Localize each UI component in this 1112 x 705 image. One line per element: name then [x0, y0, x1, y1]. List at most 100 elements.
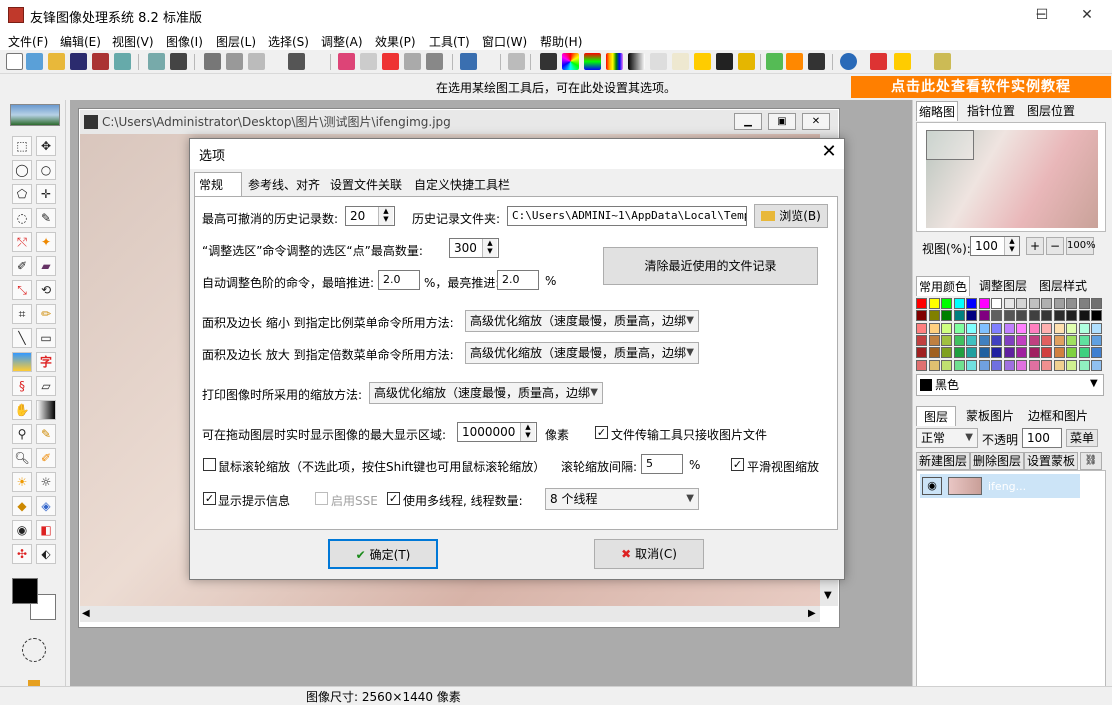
multithread-checkbox[interactable]: ✓ [387, 492, 400, 505]
color-swatch[interactable] [1028, 334, 1040, 346]
tab-adjust-layers[interactable]: 调整图层 [976, 276, 1030, 296]
tab-general-label[interactable]: 常规 [197, 174, 225, 196]
foreground-color-front[interactable] [12, 578, 38, 604]
color-swatch[interactable] [1016, 359, 1027, 371]
color-swatch[interactable] [1028, 347, 1040, 359]
copy-icon[interactable] [248, 53, 265, 70]
filmstrip-icon[interactable] [808, 53, 825, 70]
curves-icon[interactable] [650, 53, 667, 70]
color-swatch[interactable] [991, 347, 1002, 359]
red-eye-icon[interactable]: ◉ [12, 520, 32, 540]
color-swatch[interactable] [1053, 334, 1065, 346]
color-swatch[interactable] [966, 322, 977, 334]
color-swatch[interactable] [953, 334, 965, 346]
transform-icon[interactable]: ⤡ [12, 280, 32, 300]
color-swatch[interactable] [1003, 334, 1015, 346]
circle-select-icon[interactable]: ○ [36, 160, 56, 180]
color-swatch[interactable] [991, 359, 1002, 371]
menu-image[interactable]: 图像(I) [166, 33, 203, 50]
paste-icon[interactable] [288, 53, 305, 70]
color-swatch[interactable] [978, 310, 990, 322]
color-swatch[interactable] [978, 359, 990, 371]
zoom-in-button[interactable]: + [1026, 237, 1044, 255]
lasso-icon[interactable]: ◌ [12, 208, 32, 228]
magic-wand-icon[interactable]: ✦ [36, 232, 56, 252]
color-swatch[interactable] [978, 334, 990, 346]
spinner-arrows-icon[interactable]: ▲ ▼ [1004, 237, 1019, 255]
eraser-select-icon[interactable]: ▰ [36, 256, 56, 276]
crop-tool-icon[interactable]: ⌗ [12, 304, 32, 324]
scissors-icon[interactable] [226, 53, 243, 70]
menu-layer[interactable]: 图层(L) [216, 33, 256, 50]
color-swatch[interactable] [1066, 298, 1077, 309]
tab-layers[interactable]: 图层 [916, 406, 956, 426]
template-icon[interactable] [786, 53, 803, 70]
color-swatch[interactable] [1066, 347, 1077, 359]
color-swatch[interactable] [941, 359, 952, 371]
color-swatch[interactable] [953, 310, 965, 322]
hand-icon[interactable]: ✋ [12, 400, 32, 420]
color-swatch[interactable] [953, 359, 965, 371]
smudge-icon[interactable]: ✐ [36, 448, 56, 468]
new-file-icon[interactable] [6, 53, 23, 70]
color-swatch[interactable] [916, 298, 927, 309]
tab-frames-images[interactable]: 边框和图片 [1024, 406, 1092, 426]
arrow-icon[interactable] [738, 53, 755, 70]
pencil-icon[interactable]: ✏ [36, 304, 56, 324]
color-swatch[interactable] [1016, 298, 1027, 309]
color-swatch[interactable] [928, 322, 940, 334]
close-window-button[interactable]: ✕ [1064, 0, 1110, 30]
color-swatch[interactable] [1041, 334, 1052, 346]
open-folder-icon[interactable] [48, 53, 65, 70]
save-as-icon[interactable] [92, 53, 109, 70]
color-swatch[interactable] [1078, 310, 1090, 322]
zoom-window-icon[interactable] [460, 53, 477, 70]
color-swatch[interactable] [916, 347, 927, 359]
color-swatch[interactable] [1016, 322, 1027, 334]
line-icon[interactable]: ╲ [12, 328, 32, 348]
doc-close-button[interactable]: ✕ [802, 113, 830, 130]
color-swatch[interactable] [1028, 298, 1040, 309]
color-swatch[interactable] [928, 359, 940, 371]
tutorial-banner[interactable]: 点击此处查看软件实例教程 [851, 76, 1111, 98]
polygon-select-icon[interactable]: ⬠ [12, 184, 32, 204]
color-swatch[interactable] [1091, 298, 1102, 309]
deselect-icon[interactable] [404, 53, 421, 70]
color-swatch[interactable] [928, 334, 940, 346]
link-icon[interactable]: ⛓ [1080, 452, 1102, 470]
eraser-icon[interactable]: ▱ [36, 376, 56, 396]
doc-minimize-button[interactable]: ▁ [734, 113, 762, 130]
horizontal-scrollbar[interactable] [80, 606, 820, 622]
menu-edit[interactable]: 编辑(E) [60, 33, 101, 50]
cut-icon[interactable] [204, 53, 221, 70]
color-swatch[interactable] [1078, 359, 1090, 371]
color-swatch[interactable] [1066, 322, 1077, 334]
effects-icon[interactable] [694, 53, 711, 70]
color-swatch[interactable] [1091, 334, 1102, 346]
color-swatch[interactable] [991, 298, 1002, 309]
image-preview-tool[interactable] [10, 104, 60, 126]
color-balance-icon[interactable] [584, 53, 601, 70]
color-swatch[interactable] [1028, 310, 1040, 322]
color-swatch[interactable] [978, 322, 990, 334]
color-swatch[interactable] [1041, 359, 1052, 371]
color-swatch[interactable] [928, 310, 940, 322]
color-swatch[interactable] [1066, 359, 1077, 371]
color-swatch[interactable] [953, 322, 965, 334]
color-swatch[interactable] [1078, 347, 1090, 359]
color-swatch[interactable] [941, 310, 952, 322]
color-swatch[interactable] [1041, 310, 1052, 322]
move-icon[interactable]: ✥ [36, 136, 56, 156]
history-folder-input[interactable]: C:\Users\ADMINI~1\AppData\Local\Temp\Hi [507, 206, 747, 226]
magic-lasso-icon[interactable]: ✎ [36, 208, 56, 228]
blur-icon[interactable]: ◈ [36, 496, 56, 516]
curve-icon[interactable]: § [12, 376, 32, 396]
color-swatch[interactable] [991, 334, 1002, 346]
color-swatch[interactable] [1003, 347, 1015, 359]
tab-layer-styles[interactable]: 图层样式 [1036, 276, 1090, 296]
select-all-icon[interactable] [382, 53, 399, 70]
batch-icon[interactable] [114, 53, 131, 70]
tab-common-colors[interactable]: 常用颜色 [916, 276, 970, 296]
help-icon[interactable] [894, 53, 911, 70]
ok-button[interactable]: ✔ 确定(T) [328, 539, 438, 569]
